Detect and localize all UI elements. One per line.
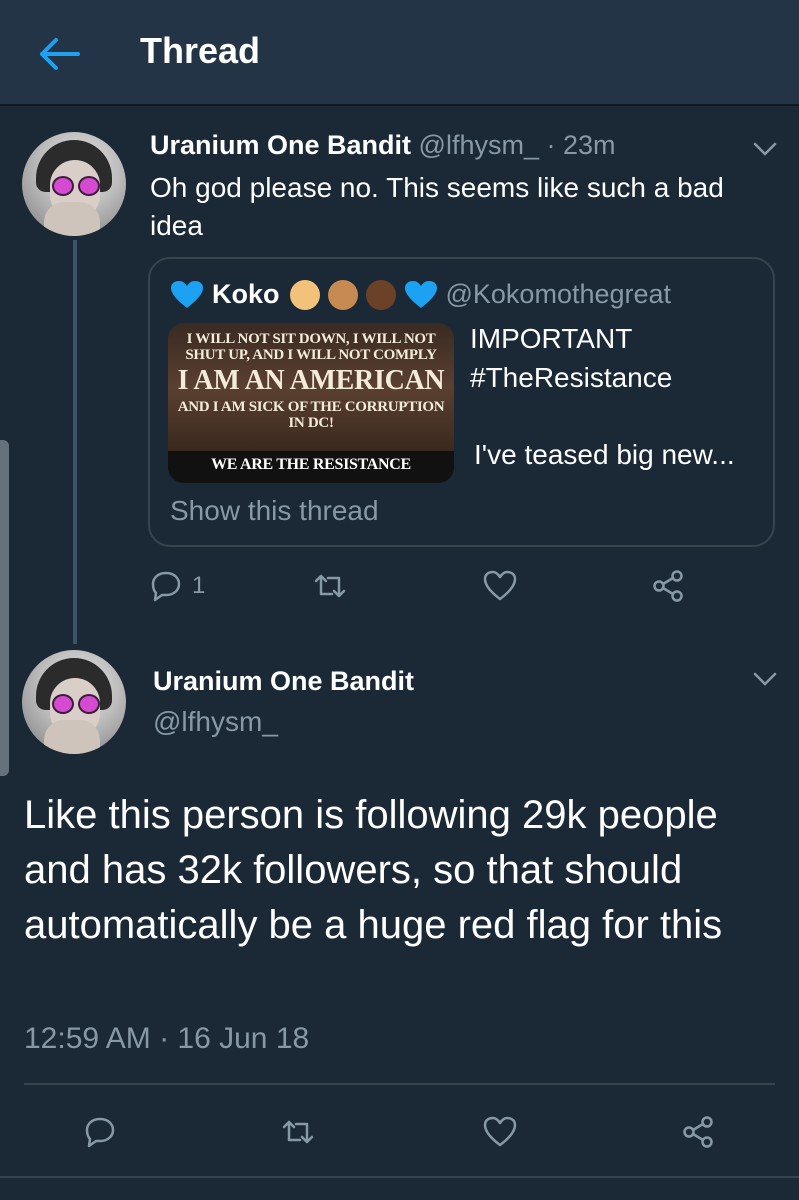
- image-text-line: AND I AM SICK OF THE CORRUPTION: [177, 399, 445, 415]
- image-text-line: WE ARE THE RESISTANCE: [211, 456, 411, 473]
- author-name[interactable]: Uranium One Bandit: [153, 666, 414, 697]
- share-icon: [683, 1116, 713, 1148]
- like-button[interactable]: [482, 568, 518, 604]
- image-text-line: I WILL NOT SIT DOWN, I WILL NOT: [186, 331, 436, 347]
- quoted-tweet-image[interactable]: I WILL NOT SIT DOWN, I WILL NOT SHUT UP,…: [168, 323, 454, 483]
- blue-heart-icon: [404, 280, 437, 308]
- divider: [24, 1083, 775, 1085]
- share-button[interactable]: [650, 568, 686, 604]
- raised-fist-icon: [289, 279, 320, 310]
- quoted-tweet-card[interactable]: Koko @Kokomothegreat I WILL NOT SIT DOWN…: [148, 257, 775, 547]
- page-title: Thread: [140, 30, 261, 71]
- quoted-text-truncated: I've teased big new...: [474, 439, 735, 470]
- retweet-button[interactable]: [280, 1114, 316, 1150]
- reply-button[interactable]: [82, 1114, 118, 1150]
- divider: [0, 1176, 799, 1178]
- quoted-author-name: Koko: [212, 279, 280, 309]
- author-name: Uranium One Bandit: [150, 130, 412, 160]
- top-app-bar: Thread: [0, 0, 799, 106]
- quoted-text-line: #TheResistance: [470, 362, 673, 393]
- author-handle: @lfhysm_: [418, 130, 539, 160]
- tweet-timestamp: 12:59 AM · 16 Jun 18: [24, 1022, 310, 1055]
- share-icon: [653, 570, 683, 602]
- tweet-author-line[interactable]: Uranium One Bandit @lfhysm_ · 23m: [150, 130, 616, 161]
- image-text-line: IN DC!: [288, 415, 334, 431]
- quoted-tweet-text: IMPORTANT #TheResistance: [470, 319, 770, 397]
- avatar[interactable]: [22, 650, 126, 754]
- tweet-time: · 23m: [546, 130, 616, 160]
- like-button[interactable]: [482, 1114, 518, 1150]
- retweet-icon: [282, 1120, 314, 1144]
- heart-outline-icon: [483, 570, 517, 601]
- show-thread-link[interactable]: Show this thread: [170, 495, 379, 527]
- arrow-left-icon[interactable]: [36, 36, 80, 72]
- chevron-down-icon[interactable]: [752, 141, 778, 157]
- heart-outline-icon: [483, 1116, 517, 1147]
- tweet-text: Oh god please no. This seems like such a…: [150, 172, 724, 241]
- retweet-button[interactable]: [312, 568, 348, 604]
- image-text-line: I AM AN AMERICAN: [177, 365, 445, 396]
- quoted-text-line: IMPORTANT: [470, 323, 633, 354]
- blue-heart-icon: [171, 280, 203, 308]
- reply-icon: [151, 571, 181, 602]
- quoted-tweet-author-line: Koko @Kokomothegreat: [170, 279, 671, 310]
- image-text-line: SHUT UP, AND I WILL NOT COMPLY: [185, 347, 437, 363]
- tweet-text: Like this person is following 29k people…: [24, 793, 723, 947]
- chevron-down-icon[interactable]: [752, 671, 778, 687]
- avatar[interactable]: [22, 132, 126, 236]
- thread-connector-line: [73, 240, 77, 644]
- raised-fist-icon: [327, 279, 358, 310]
- reply-button[interactable]: 1: [148, 568, 205, 604]
- raised-fist-icon: [365, 279, 396, 310]
- reply-icon: [85, 1117, 115, 1148]
- reply-count: 1: [192, 572, 206, 599]
- retweet-icon: [314, 574, 346, 598]
- drawer-edge-handle[interactable]: [0, 440, 9, 776]
- quoted-author-handle: @Kokomothegreat: [445, 279, 672, 309]
- share-button[interactable]: [680, 1114, 716, 1150]
- author-handle[interactable]: @lfhysm_: [153, 706, 278, 738]
